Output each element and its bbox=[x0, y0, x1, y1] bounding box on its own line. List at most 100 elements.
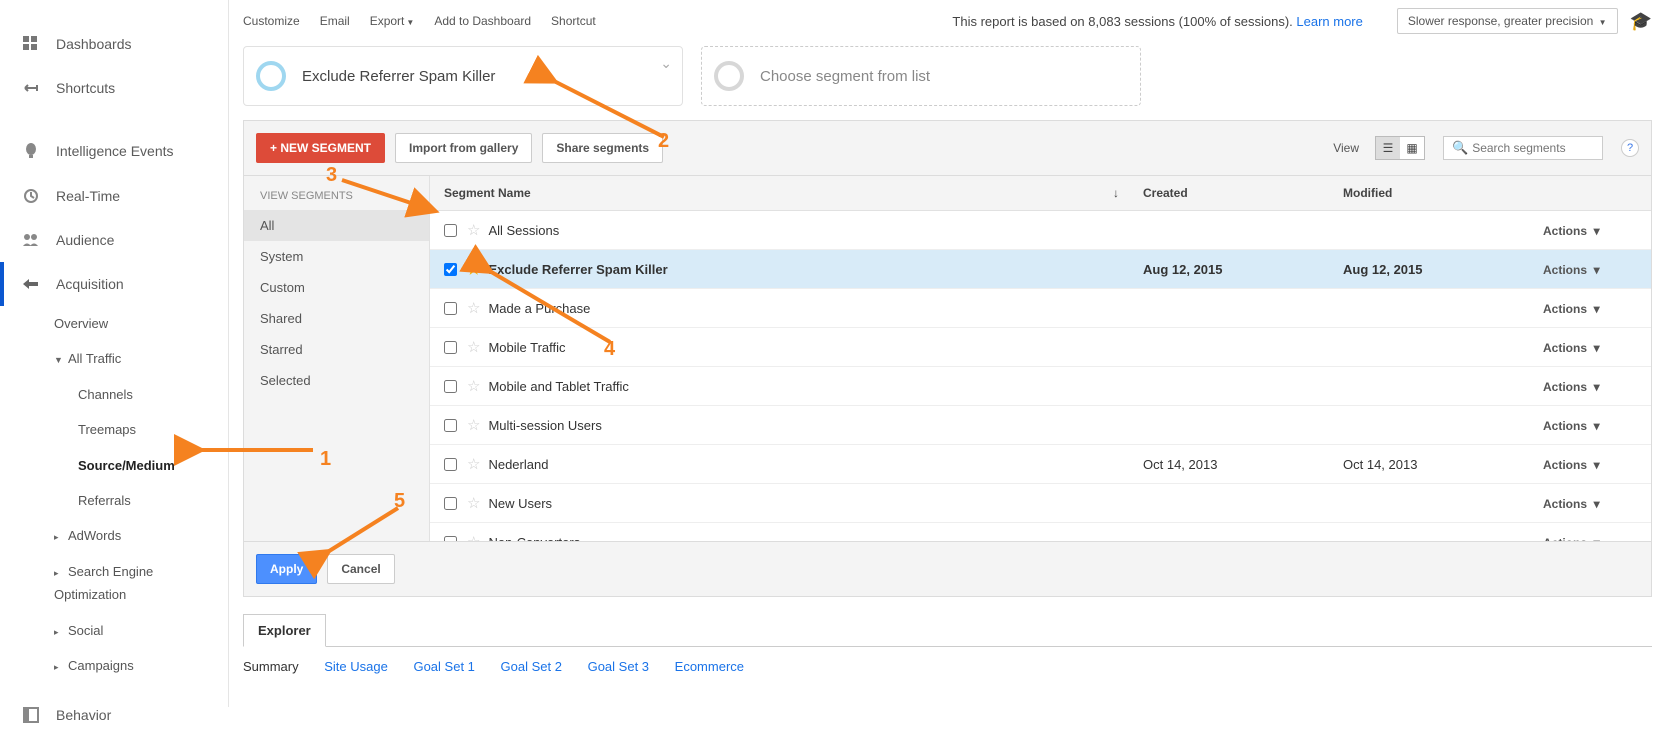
modified-cell bbox=[1331, 493, 1531, 513]
actions-link[interactable]: Actions ▾ bbox=[1543, 224, 1600, 238]
search-segments[interactable]: 🔍 bbox=[1443, 136, 1603, 160]
nav-behavior[interactable]: Behavior bbox=[0, 693, 228, 737]
actions-link[interactable]: Actions ▾ bbox=[1543, 302, 1600, 316]
subtab-site-usage[interactable]: Site Usage bbox=[324, 659, 388, 674]
table-row[interactable]: ☆NederlandOct 14, 2013Oct 14, 2013Action… bbox=[430, 445, 1651, 484]
row-checkbox[interactable] bbox=[444, 302, 457, 315]
subtab-summary[interactable]: Summary bbox=[243, 659, 299, 674]
star-icon[interactable]: ☆ bbox=[467, 494, 480, 512]
star-icon[interactable]: ☆ bbox=[467, 221, 480, 239]
list-view-icon[interactable]: ☰ bbox=[1376, 137, 1400, 159]
modified-cell bbox=[1331, 376, 1531, 396]
view-toggle[interactable]: ☰ ▦ bbox=[1375, 136, 1425, 160]
subnav-campaigns[interactable]: ▸Campaigns bbox=[0, 648, 228, 683]
subnav-seo[interactable]: ▸Search Engine Optimization bbox=[0, 554, 228, 613]
subnav-referrals[interactable]: Referrals bbox=[0, 483, 228, 518]
segment-name: Nederland bbox=[488, 457, 548, 472]
table-row[interactable]: ☆Mobile and Tablet TrafficActions ▾ bbox=[430, 367, 1651, 406]
star-icon[interactable]: ☆ bbox=[467, 377, 480, 395]
help-icon[interactable]: ? bbox=[1621, 139, 1639, 157]
subnav-adwords[interactable]: ▸AdWords bbox=[0, 518, 228, 553]
subtab-goal3[interactable]: Goal Set 3 bbox=[588, 659, 649, 674]
topbar-customize[interactable]: Customize bbox=[243, 14, 300, 28]
filter-system[interactable]: System bbox=[244, 241, 429, 272]
actions-link[interactable]: Actions ▾ bbox=[1543, 419, 1600, 433]
actions-link[interactable]: Actions ▾ bbox=[1543, 380, 1600, 394]
star-icon[interactable]: ☆ bbox=[467, 416, 480, 434]
col-name[interactable]: Segment Name bbox=[430, 176, 1101, 210]
created-cell bbox=[1131, 298, 1331, 318]
add-segment-chip[interactable]: Choose segment from list bbox=[701, 46, 1141, 106]
topbar-email[interactable]: Email bbox=[320, 14, 350, 28]
grid-view-icon[interactable]: ▦ bbox=[1400, 137, 1424, 159]
apply-button[interactable]: Apply bbox=[256, 554, 317, 584]
subtab-goal2[interactable]: Goal Set 2 bbox=[501, 659, 562, 674]
topbar-add-dashboard[interactable]: Add to Dashboard bbox=[434, 14, 531, 28]
annotation-number-1: 1 bbox=[320, 448, 331, 471]
table-row[interactable]: ☆ All Sessions Actions ▾ bbox=[430, 211, 1651, 250]
nav-label: Intelligence Events bbox=[56, 143, 174, 159]
row-checkbox[interactable] bbox=[444, 497, 457, 510]
col-created[interactable]: Created bbox=[1131, 176, 1331, 210]
row-checkbox[interactable] bbox=[444, 419, 457, 432]
filter-custom[interactable]: Custom bbox=[244, 272, 429, 303]
annotation-number-5: 5 bbox=[394, 490, 405, 513]
nav-acquisition[interactable]: Acquisition bbox=[0, 262, 228, 306]
filter-selected[interactable]: Selected bbox=[244, 365, 429, 396]
col-actions bbox=[1531, 176, 1651, 210]
sort-icon[interactable]: ↓ bbox=[1101, 176, 1131, 210]
table-row[interactable]: ☆New UsersActions ▾ bbox=[430, 484, 1651, 523]
bulb-icon bbox=[20, 142, 42, 160]
subtab-goal1[interactable]: Goal Set 1 bbox=[413, 659, 474, 674]
filter-starred[interactable]: Starred bbox=[244, 334, 429, 365]
table-row[interactable]: ☆Non-ConvertersActions ▾ bbox=[430, 523, 1651, 541]
segment-ring-icon bbox=[714, 61, 744, 91]
import-gallery-button[interactable]: Import from gallery bbox=[395, 133, 532, 163]
chevron-down-icon[interactable]: ⌄ bbox=[660, 55, 672, 72]
table-row[interactable]: ☆Multi-session UsersActions ▾ bbox=[430, 406, 1651, 445]
subnav-channels[interactable]: Channels bbox=[0, 377, 228, 412]
filter-shared[interactable]: Shared bbox=[244, 303, 429, 334]
star-icon[interactable]: ☆ bbox=[467, 533, 480, 541]
new-segment-button[interactable]: + NEW SEGMENT bbox=[256, 133, 385, 163]
panel-toolbar: + NEW SEGMENT Import from gallery Share … bbox=[244, 121, 1651, 175]
row-checkbox[interactable] bbox=[444, 380, 457, 393]
actions-link[interactable]: Actions ▾ bbox=[1543, 263, 1600, 277]
subnav-alltraffic[interactable]: ▼All Traffic bbox=[0, 341, 228, 376]
nav-intelligence[interactable]: Intelligence Events bbox=[0, 128, 228, 174]
actions-link[interactable]: Actions ▾ bbox=[1543, 458, 1600, 472]
chevron-down-icon: ▼ bbox=[1599, 18, 1607, 27]
star-icon[interactable]: ★ bbox=[467, 260, 480, 278]
nav-dashboards[interactable]: Dashboards bbox=[0, 22, 228, 66]
education-icon[interactable]: 🎓 bbox=[1630, 11, 1652, 32]
segment-ring-icon bbox=[256, 61, 286, 91]
star-icon[interactable]: ☆ bbox=[467, 455, 480, 473]
row-checkbox[interactable] bbox=[444, 224, 457, 237]
explorer-subtabs: Summary Site Usage Goal Set 1 Goal Set 2… bbox=[243, 647, 1652, 686]
topbar-export[interactable]: Export▼ bbox=[370, 14, 415, 28]
learn-more-link[interactable]: Learn more bbox=[1296, 14, 1362, 29]
col-modified[interactable]: Modified bbox=[1331, 176, 1531, 210]
explorer-tab[interactable]: Explorer bbox=[243, 614, 326, 647]
main: Customize Email Export▼ Add to Dashboard… bbox=[229, 0, 1666, 707]
subnav-overview[interactable]: Overview bbox=[0, 306, 228, 341]
nav-realtime[interactable]: Real-Time bbox=[0, 174, 228, 218]
subtab-ecommerce[interactable]: Ecommerce bbox=[675, 659, 744, 674]
modified-cell bbox=[1331, 337, 1531, 357]
nav-shortcuts[interactable]: Shortcuts bbox=[0, 66, 228, 110]
topbar-shortcut[interactable]: Shortcut bbox=[551, 14, 596, 28]
row-checkbox[interactable] bbox=[444, 263, 457, 276]
actions-link[interactable]: Actions ▾ bbox=[1543, 497, 1600, 511]
subnav-social[interactable]: ▸Social bbox=[0, 613, 228, 648]
segment-chip-row: Exclude Referrer Spam Killer ⌄ Choose se… bbox=[229, 42, 1666, 120]
nav-audience[interactable]: Audience bbox=[0, 218, 228, 262]
row-checkbox[interactable] bbox=[444, 341, 457, 354]
segment-filter-list: VIEW SEGMENTS All System Custom Shared S… bbox=[244, 176, 429, 541]
star-icon[interactable]: ☆ bbox=[467, 338, 480, 356]
row-checkbox[interactable] bbox=[444, 458, 457, 471]
segment-name: All Sessions bbox=[488, 223, 559, 238]
actions-link[interactable]: Actions ▾ bbox=[1543, 341, 1600, 355]
precision-toggle[interactable]: Slower response, greater precision ▼ bbox=[1397, 8, 1618, 34]
search-input[interactable] bbox=[1472, 141, 1594, 155]
star-icon[interactable]: ☆ bbox=[467, 299, 480, 317]
